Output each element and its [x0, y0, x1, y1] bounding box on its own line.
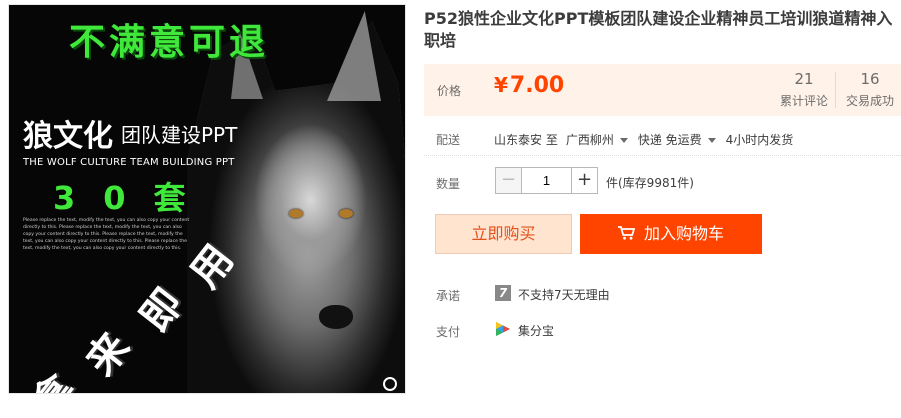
- product-title: P52狼性企业文化PPT模板团队建设企业精神员工培训狼道精神入职培: [424, 9, 893, 50]
- quantity-input[interactable]: [522, 168, 571, 193]
- image-slogan: 不满意可退: [69, 22, 270, 63]
- sales-count-stat: 16 交易成功: [842, 70, 898, 109]
- ship-from: 山东泰安 至: [494, 133, 558, 147]
- chevron-down-icon[interactable]: [619, 137, 628, 143]
- zoom-icon[interactable]: [383, 377, 397, 391]
- shipping-label: 配送: [436, 133, 461, 147]
- price-amount: 7.00: [509, 73, 565, 98]
- vertical-char: 即: [131, 280, 193, 341]
- quantity-label: 数量: [436, 177, 461, 191]
- sales-count-label: 交易成功: [845, 94, 894, 108]
- review-count-label: 累计评论: [779, 94, 828, 108]
- chevron-down-icon[interactable]: [707, 137, 716, 143]
- review-count-stat[interactable]: 21 累计评论: [776, 70, 832, 109]
- shipping-info: 山东泰安 至广西柳州 快递 免运费 4小时内发货: [494, 131, 793, 148]
- price-panel: 价格 ¥7.00 21 累计评论 16 交易成功: [424, 64, 901, 116]
- ship-method-select[interactable]: 快递 免运费: [638, 133, 702, 147]
- wolf-eye-left: [289, 209, 303, 218]
- currency-symbol: ¥: [494, 73, 508, 97]
- review-count: 21: [794, 70, 814, 88]
- image-subtitle-en: THE WOLF CULTURE TEAM BUILDING PPT: [23, 157, 235, 168]
- promise-label: 承诺: [436, 289, 461, 303]
- add-to-cart-button[interactable]: 加入购物车: [580, 214, 762, 254]
- vertical-char: 拿: [16, 360, 86, 393]
- image-title-small: 团队建设PPT: [121, 123, 238, 147]
- wolf-eye-right: [339, 209, 353, 218]
- stock-info: 件(库存9981件): [606, 176, 694, 190]
- ship-dispatch: 4小时内发货: [725, 133, 794, 147]
- stat-divider: [835, 72, 836, 108]
- cart-icon: [617, 215, 636, 240]
- product-main-image[interactable]: 不满意可退 狼文化 团队建设PPT THE WOLF CULTURE TEAM …: [8, 4, 406, 394]
- no-return-icon: 7: [495, 285, 511, 301]
- image-vertical-text: 用 即 来 拿: [24, 215, 243, 393]
- jifenbao-icon: [495, 321, 511, 337]
- payment-label: 支付: [436, 325, 461, 339]
- ship-to-select[interactable]: 广西柳州: [566, 133, 614, 147]
- price-label: 价格: [437, 84, 462, 98]
- image-title-big: 狼文化: [23, 119, 113, 154]
- buy-now-button[interactable]: 立即购买: [435, 214, 572, 254]
- quantity-decrease-button[interactable]: −: [496, 168, 522, 193]
- promise-text[interactable]: 不支持7天无理由: [518, 286, 610, 303]
- sales-count: 16: [860, 70, 880, 88]
- section-divider: [424, 155, 901, 157]
- quantity-increase-button[interactable]: +: [571, 168, 597, 193]
- wolf-nose: [319, 305, 353, 329]
- add-to-cart-label: 加入购物车: [643, 224, 724, 243]
- quantity-stepper: − +: [495, 167, 598, 194]
- price-value: ¥7.00: [494, 73, 564, 98]
- payment-text[interactable]: 集分宝: [518, 322, 554, 339]
- vertical-char: 来: [77, 324, 139, 385]
- image-count: 30套: [53, 179, 214, 217]
